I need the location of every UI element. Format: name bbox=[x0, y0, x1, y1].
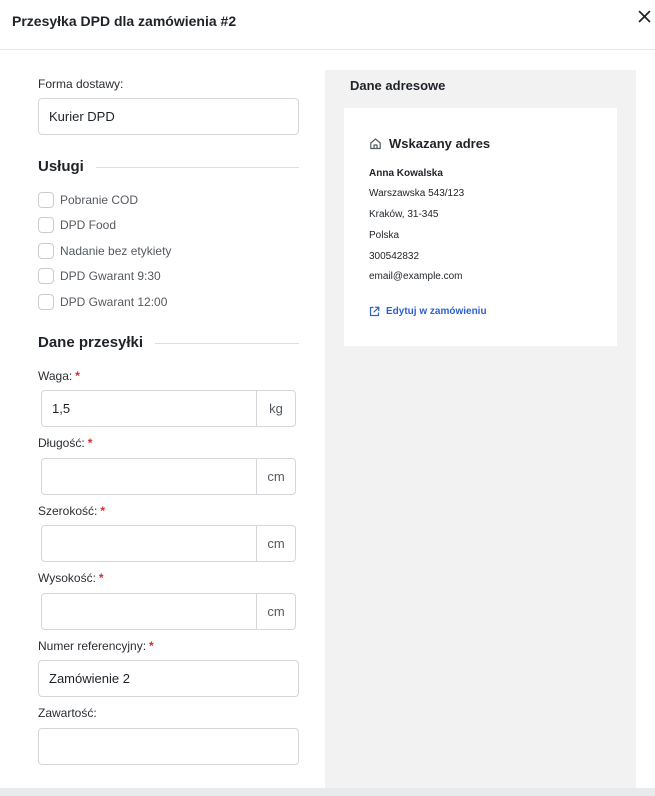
modal-title: Przesyłka DPD dla zamówienia #2 bbox=[12, 13, 237, 29]
height-field: cm bbox=[41, 593, 296, 630]
shipment-form: Forma dostawy: Usługi Pobranie COD DPD F… bbox=[0, 50, 325, 788]
weight-input[interactable] bbox=[42, 391, 256, 426]
width-unit: cm bbox=[256, 526, 295, 561]
checkbox[interactable] bbox=[38, 243, 54, 259]
address-name: Anna Kowalska bbox=[369, 168, 443, 179]
close-icon bbox=[638, 10, 650, 22]
checkbox-label: DPD Gwarant 9:30 bbox=[60, 269, 161, 283]
length-label-text: Długość: bbox=[38, 436, 85, 450]
checkbox-label: Nadanie bez etykiety bbox=[60, 244, 172, 258]
length-input[interactable] bbox=[42, 459, 256, 494]
required-mark: * bbox=[149, 639, 154, 653]
length-unit: cm bbox=[256, 459, 295, 494]
service-checkbox-no-label[interactable]: Nadanie bez etykiety bbox=[38, 242, 171, 260]
checkbox[interactable] bbox=[38, 294, 54, 310]
height-input[interactable] bbox=[42, 594, 256, 629]
width-field: cm bbox=[41, 525, 296, 562]
address-country: Polska bbox=[369, 230, 400, 241]
checkbox-label: DPD Gwarant 12:00 bbox=[60, 295, 168, 309]
weight-label: Waga: * bbox=[38, 369, 80, 383]
checkbox-label: DPD Food bbox=[60, 218, 117, 232]
reference-number-input[interactable] bbox=[38, 660, 299, 697]
home-icon bbox=[369, 137, 382, 150]
address-card-title: Wskazany adres bbox=[369, 136, 490, 151]
address-panel: Dane adresowe Wskazany adres Anna Kowals… bbox=[325, 70, 636, 788]
address-city: Kraków, 31-345 bbox=[369, 209, 439, 220]
width-label: Szerokość: * bbox=[38, 504, 105, 518]
edit-in-order-link[interactable]: Edytuj w zamówieniu bbox=[369, 306, 487, 317]
address-card-title-text: Wskazany adres bbox=[389, 136, 491, 151]
checkbox[interactable] bbox=[38, 268, 54, 284]
contents-input[interactable] bbox=[38, 728, 299, 765]
delivery-label: Forma dostawy: bbox=[38, 77, 124, 91]
height-unit: cm bbox=[256, 594, 295, 629]
edit-in-order-label: Edytuj w zamówieniu bbox=[386, 306, 487, 317]
service-checkbox-cod[interactable]: Pobranie COD bbox=[38, 191, 138, 209]
service-checkbox-gwarant-930[interactable]: DPD Gwarant 9:30 bbox=[38, 267, 161, 285]
reference-label-text: Numer referencyjny: bbox=[38, 639, 147, 653]
required-mark: * bbox=[75, 369, 80, 383]
width-input[interactable] bbox=[42, 526, 256, 561]
height-label-text: Wysokość: bbox=[38, 571, 96, 585]
checkbox-label: Pobranie COD bbox=[60, 193, 139, 207]
service-checkbox-food[interactable]: DPD Food bbox=[38, 216, 116, 234]
required-mark: * bbox=[98, 571, 104, 585]
modal-footer-strip bbox=[0, 788, 655, 796]
length-label: Długość: * bbox=[38, 436, 92, 450]
required-mark: * bbox=[87, 436, 93, 450]
weight-label-text: Waga: bbox=[38, 369, 73, 383]
address-street: Warszawska 543/123 bbox=[369, 188, 465, 199]
delivery-method-input[interactable] bbox=[38, 98, 299, 135]
services-title: Usługi bbox=[38, 158, 96, 175]
address-phone: 300542832 bbox=[369, 251, 420, 262]
service-checkbox-gwarant-1200[interactable]: DPD Gwarant 12:00 bbox=[38, 293, 167, 311]
reference-label: Numer referencyjny: * bbox=[38, 639, 154, 653]
address-email: email@example.com bbox=[369, 271, 463, 282]
shipment-title: Dane przesyłki bbox=[38, 334, 156, 351]
checkbox[interactable] bbox=[38, 192, 54, 208]
external-link-icon bbox=[369, 306, 380, 317]
contents-label: Zawartość: bbox=[38, 706, 97, 720]
address-heading: Dane adresowe bbox=[350, 78, 446, 93]
close-button[interactable] bbox=[634, 6, 654, 26]
modal-header: Przesyłka DPD dla zamówienia #2 bbox=[0, 0, 655, 50]
required-mark: * bbox=[100, 504, 106, 518]
weight-unit: kg bbox=[256, 391, 295, 426]
width-label-text: Szerokość: bbox=[38, 504, 98, 518]
checkbox[interactable] bbox=[38, 217, 54, 233]
weight-field: kg bbox=[41, 390, 296, 427]
length-field: cm bbox=[41, 458, 296, 495]
height-label: Wysokość: * bbox=[38, 571, 104, 585]
address-card: Wskazany adres Anna Kowalska Warszawska … bbox=[344, 108, 617, 346]
